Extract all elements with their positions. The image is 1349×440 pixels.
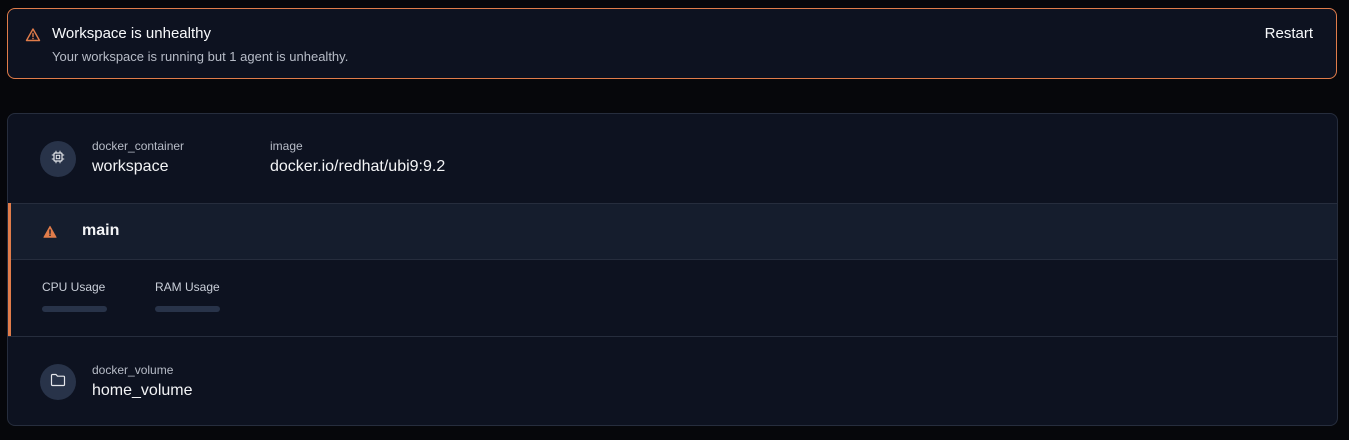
warning-triangle-icon [25, 27, 41, 43]
ram-usage-label: RAM Usage [155, 280, 220, 294]
metadata-value: docker.io/redhat/ubi9:9.2 [270, 158, 446, 175]
chip-icon [51, 150, 65, 169]
unhealthy-alert: Workspace is unhealthy Your workspace is… [7, 8, 1337, 79]
agent-status-accent [8, 203, 11, 336]
resource-name: home_volume [92, 382, 193, 399]
resources-panel: docker_container workspace image docker.… [7, 113, 1338, 426]
resource-avatar [40, 141, 76, 177]
folder-icon [50, 373, 66, 392]
restart-button[interactable]: Restart [1265, 25, 1313, 42]
resource-row-container: docker_container workspace image docker.… [8, 114, 1337, 203]
agent-metrics: CPU Usage RAM Usage [8, 260, 1337, 336]
ram-usage-metric: RAM Usage [155, 280, 220, 312]
resource-avatar [40, 364, 76, 400]
cpu-usage-label: CPU Usage [42, 280, 106, 294]
alert-title: Workspace is unhealthy [52, 25, 211, 42]
agent-row-header[interactable]: main [8, 203, 1337, 260]
resource-name: workspace [92, 158, 169, 175]
agent-name: main [82, 222, 120, 239]
metadata-label: image [270, 139, 303, 153]
cpu-usage-metric: CPU Usage [42, 280, 107, 312]
cpu-usage-bar [42, 306, 107, 312]
warning-icon [43, 225, 57, 239]
ram-usage-bar [155, 306, 220, 312]
resource-type: docker_volume [92, 363, 174, 377]
alert-description: Your workspace is running but 1 agent is… [52, 49, 349, 64]
resource-type: docker_container [92, 139, 185, 153]
resource-row-volume: docker_volume home_volume [8, 336, 1337, 425]
